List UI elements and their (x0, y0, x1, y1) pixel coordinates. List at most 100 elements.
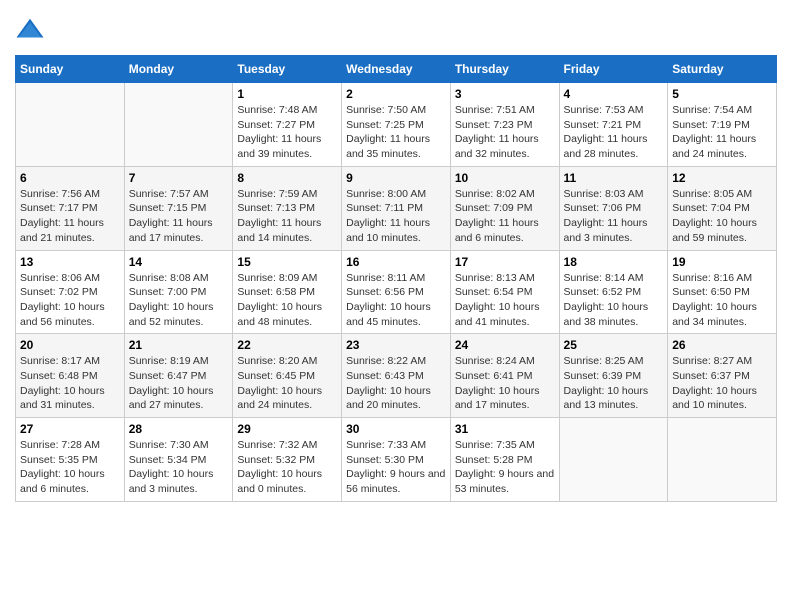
column-header-tuesday: Tuesday (233, 56, 342, 83)
day-number: 6 (20, 171, 120, 185)
day-info: Sunrise: 8:19 AM Sunset: 6:47 PM Dayligh… (129, 354, 229, 413)
day-number: 31 (455, 422, 555, 436)
logo-icon (15, 15, 45, 45)
day-cell: 18 Sunrise: 8:14 AM Sunset: 6:52 PM Dayli… (559, 250, 668, 334)
day-cell: 8Sunrise: 7:59 AM Sunset: 7:13 PM Daylig… (233, 166, 342, 250)
day-info: Sunrise: 7:48 AM Sunset: 7:27 PM Dayligh… (237, 103, 337, 162)
day-info: Sunrise: 8:03 AM Sunset: 7:06 PM Dayligh… (564, 187, 664, 246)
day-number: 29 (237, 422, 337, 436)
day-number: 12 (672, 171, 772, 185)
day-cell: 5 Sunrise: 7:54 AM Sunset: 7:19 PM Daylig… (668, 83, 777, 167)
day-cell: 30Sunrise: 7:33 AM Sunset: 5:30 PM Dayli… (342, 418, 451, 502)
day-cell: 24 Sunrise: 8:24 AM Sunset: 6:41 PM Dayli… (450, 334, 559, 418)
day-cell: 11 Sunrise: 8:03 AM Sunset: 7:06 PM Dayli… (559, 166, 668, 250)
day-cell: 15 Sunrise: 8:09 AM Sunset: 6:58 PM Dayli… (233, 250, 342, 334)
day-info: Sunrise: 7:30 AM Sunset: 5:34 PM Dayligh… (129, 438, 229, 497)
column-header-friday: Friday (559, 56, 668, 83)
week-row-3: 13 Sunrise: 8:06 AM Sunset: 7:02 PM Dayli… (16, 250, 777, 334)
day-info: Sunrise: 8:09 AM Sunset: 6:58 PM Dayligh… (237, 271, 337, 330)
day-info: Sunrise: 8:11 AM Sunset: 6:56 PM Dayligh… (346, 271, 446, 330)
day-cell: 22 Sunrise: 8:20 AM Sunset: 6:45 PM Dayli… (233, 334, 342, 418)
day-number: 21 (129, 338, 229, 352)
day-cell: 25 Sunrise: 8:25 AM Sunset: 6:39 PM Dayli… (559, 334, 668, 418)
day-number: 20 (20, 338, 120, 352)
calendar-header-row: SundayMondayTuesdayWednesdayThursdayFrid… (16, 56, 777, 83)
week-row-2: 6 Sunrise: 7:56 AM Sunset: 7:17 PM Daylig… (16, 166, 777, 250)
day-number: 13 (20, 255, 120, 269)
day-info: Sunrise: 8:05 AM Sunset: 7:04 PM Dayligh… (672, 187, 772, 246)
column-header-saturday: Saturday (668, 56, 777, 83)
day-cell: 3Sunrise: 7:51 AM Sunset: 7:23 PM Daylig… (450, 83, 559, 167)
day-cell: 2 Sunrise: 7:50 AM Sunset: 7:25 PM Daylig… (342, 83, 451, 167)
day-cell: 10 Sunrise: 8:02 AM Sunset: 7:09 PM Dayli… (450, 166, 559, 250)
day-info: Sunrise: 7:51 AM Sunset: 7:23 PM Dayligh… (455, 103, 555, 162)
day-cell: 26 Sunrise: 8:27 AM Sunset: 6:37 PM Dayli… (668, 334, 777, 418)
day-number: 27 (20, 422, 120, 436)
day-cell (16, 83, 125, 167)
week-row-5: 27 Sunrise: 7:28 AM Sunset: 5:35 PM Dayli… (16, 418, 777, 502)
day-info: Sunrise: 7:28 AM Sunset: 5:35 PM Dayligh… (20, 438, 120, 497)
day-info: Sunrise: 8:17 AM Sunset: 6:48 PM Dayligh… (20, 354, 120, 413)
day-cell: 21 Sunrise: 8:19 AM Sunset: 6:47 PM Dayli… (124, 334, 233, 418)
day-cell: 9 Sunrise: 8:00 AM Sunset: 7:11 PM Daylig… (342, 166, 451, 250)
day-info: Sunrise: 8:14 AM Sunset: 6:52 PM Dayligh… (564, 271, 664, 330)
day-info: Sunrise: 7:53 AM Sunset: 7:21 PM Dayligh… (564, 103, 664, 162)
day-number: 14 (129, 255, 229, 269)
column-header-thursday: Thursday (450, 56, 559, 83)
day-info: Sunrise: 8:25 AM Sunset: 6:39 PM Dayligh… (564, 354, 664, 413)
day-cell: 17 Sunrise: 8:13 AM Sunset: 6:54 PM Dayli… (450, 250, 559, 334)
day-info: Sunrise: 7:59 AM Sunset: 7:13 PM Dayligh… (237, 187, 337, 246)
day-cell: 29 Sunrise: 7:32 AM Sunset: 5:32 PM Dayli… (233, 418, 342, 502)
day-info: Sunrise: 8:06 AM Sunset: 7:02 PM Dayligh… (20, 271, 120, 330)
day-info: Sunrise: 7:32 AM Sunset: 5:32 PM Dayligh… (237, 438, 337, 497)
day-number: 16 (346, 255, 446, 269)
page-header (15, 15, 777, 45)
day-number: 11 (564, 171, 664, 185)
calendar-table: SundayMondayTuesdayWednesdayThursdayFrid… (15, 55, 777, 502)
day-info: Sunrise: 8:13 AM Sunset: 6:54 PM Dayligh… (455, 271, 555, 330)
day-info: Sunrise: 8:22 AM Sunset: 6:43 PM Dayligh… (346, 354, 446, 413)
day-cell: 31 Sunrise: 7:35 AM Sunset: 5:28 PM Dayli… (450, 418, 559, 502)
day-info: Sunrise: 7:35 AM Sunset: 5:28 PM Dayligh… (455, 438, 555, 497)
day-cell: 20 Sunrise: 8:17 AM Sunset: 6:48 PM Dayli… (16, 334, 125, 418)
day-info: Sunrise: 8:02 AM Sunset: 7:09 PM Dayligh… (455, 187, 555, 246)
day-cell: 19Sunrise: 8:16 AM Sunset: 6:50 PM Dayli… (668, 250, 777, 334)
day-number: 7 (129, 171, 229, 185)
day-info: Sunrise: 7:50 AM Sunset: 7:25 PM Dayligh… (346, 103, 446, 162)
day-number: 1 (237, 87, 337, 101)
day-info: Sunrise: 8:00 AM Sunset: 7:11 PM Dayligh… (346, 187, 446, 246)
day-number: 18 (564, 255, 664, 269)
day-info: Sunrise: 7:33 AM Sunset: 5:30 PM Dayligh… (346, 438, 446, 497)
day-cell: 12 Sunrise: 8:05 AM Sunset: 7:04 PM Dayli… (668, 166, 777, 250)
day-number: 26 (672, 338, 772, 352)
day-number: 5 (672, 87, 772, 101)
column-header-wednesday: Wednesday (342, 56, 451, 83)
week-row-4: 20 Sunrise: 8:17 AM Sunset: 6:48 PM Dayli… (16, 334, 777, 418)
day-cell: 23 Sunrise: 8:22 AM Sunset: 6:43 PM Dayli… (342, 334, 451, 418)
day-number: 24 (455, 338, 555, 352)
day-cell: 13 Sunrise: 8:06 AM Sunset: 7:02 PM Dayli… (16, 250, 125, 334)
day-cell: 6 Sunrise: 7:56 AM Sunset: 7:17 PM Daylig… (16, 166, 125, 250)
day-cell: 14 Sunrise: 8:08 AM Sunset: 7:00 PM Dayli… (124, 250, 233, 334)
day-cell: 27 Sunrise: 7:28 AM Sunset: 5:35 PM Dayli… (16, 418, 125, 502)
day-number: 15 (237, 255, 337, 269)
day-number: 23 (346, 338, 446, 352)
day-number: 9 (346, 171, 446, 185)
day-info: Sunrise: 8:08 AM Sunset: 7:00 PM Dayligh… (129, 271, 229, 330)
day-info: Sunrise: 8:27 AM Sunset: 6:37 PM Dayligh… (672, 354, 772, 413)
day-info: Sunrise: 7:56 AM Sunset: 7:17 PM Dayligh… (20, 187, 120, 246)
week-row-1: 1 Sunrise: 7:48 AM Sunset: 7:27 PM Daylig… (16, 83, 777, 167)
day-number: 10 (455, 171, 555, 185)
day-number: 22 (237, 338, 337, 352)
day-info: Sunrise: 8:20 AM Sunset: 6:45 PM Dayligh… (237, 354, 337, 413)
day-info: Sunrise: 8:24 AM Sunset: 6:41 PM Dayligh… (455, 354, 555, 413)
day-info: Sunrise: 7:54 AM Sunset: 7:19 PM Dayligh… (672, 103, 772, 162)
day-number: 25 (564, 338, 664, 352)
day-cell: 1 Sunrise: 7:48 AM Sunset: 7:27 PM Daylig… (233, 83, 342, 167)
day-cell (668, 418, 777, 502)
day-number: 2 (346, 87, 446, 101)
day-number: 17 (455, 255, 555, 269)
day-cell: 7 Sunrise: 7:57 AM Sunset: 7:15 PM Daylig… (124, 166, 233, 250)
day-cell: 4Sunrise: 7:53 AM Sunset: 7:21 PM Daylig… (559, 83, 668, 167)
day-info: Sunrise: 7:57 AM Sunset: 7:15 PM Dayligh… (129, 187, 229, 246)
